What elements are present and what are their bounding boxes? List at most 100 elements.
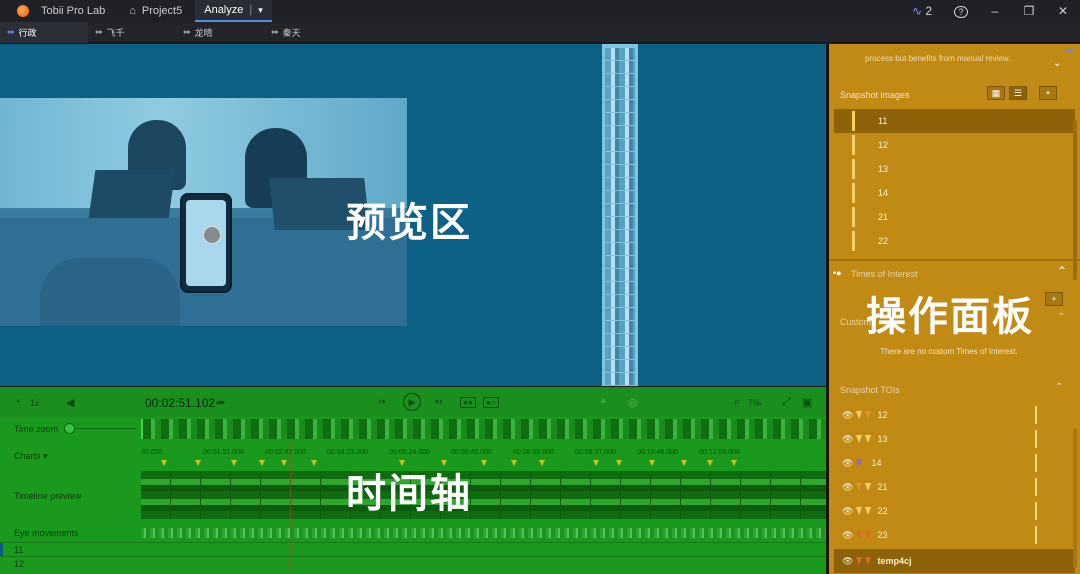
- analyze-tab[interactable]: Analyze | ▾: [195, 0, 272, 22]
- snapshot-image-row[interactable]: 12: [834, 133, 1075, 157]
- snapshot-image-row[interactable]: 13: [834, 157, 1075, 181]
- speed-icon[interactable]: ◔: [14, 396, 21, 408]
- filmstrip-frame[interactable]: [605, 113, 635, 125]
- filmstrip-frame[interactable]: [605, 295, 635, 307]
- close-button[interactable]: ✕: [1046, 4, 1080, 18]
- filmstrip-frame[interactable]: [605, 191, 635, 203]
- snapshot-toi-row[interactable]: 👁 13: [834, 427, 1075, 451]
- toi-marker-icon[interactable]: [311, 460, 317, 466]
- filmstrip-frame[interactable]: [605, 334, 635, 346]
- snapshot-image-row[interactable]: 14: [834, 181, 1075, 205]
- visibility-icon[interactable]: 👁: [842, 556, 853, 567]
- add-custom-toi-button[interactable]: +: [1045, 292, 1063, 306]
- speed-label[interactable]: 1x: [30, 398, 40, 408]
- recording-tab-3[interactable]: ●● 秦天: [264, 22, 352, 43]
- filmstrip-frame[interactable]: [605, 321, 635, 333]
- loop-icon[interactable]: ●●: [460, 397, 476, 408]
- toi-marker-icon[interactable]: [707, 460, 713, 466]
- snapshot-image-row[interactable]: 21: [834, 205, 1075, 229]
- share-icon[interactable]: ➦: [216, 396, 225, 409]
- filmstrip-frame[interactable]: [605, 204, 635, 216]
- snapshot-toi-row[interactable]: 👁 22: [834, 499, 1075, 523]
- list-view-button[interactable]: ☰: [1009, 86, 1027, 100]
- filmstrip-frame[interactable]: [605, 87, 635, 99]
- toi-marker-icon[interactable]: [511, 460, 517, 466]
- snapshot-toi-row[interactable]: 👁 21: [834, 475, 1075, 499]
- filmstrip-frame[interactable]: [605, 308, 635, 320]
- toi-marker-icon[interactable]: [259, 460, 265, 466]
- zoom-icon[interactable]: ⌕: [734, 396, 740, 409]
- activity-indicator[interactable]: ∿ 2: [900, 4, 944, 18]
- snapshot-toi-row[interactable]: 👁 14: [834, 451, 1075, 475]
- filmstrip-frame[interactable]: [605, 100, 635, 112]
- toi-marker-icon[interactable]: [731, 460, 737, 466]
- filmstrip-frame[interactable]: [605, 126, 635, 138]
- collapse-panel-icon[interactable]: ▸▸: [1065, 45, 1074, 56]
- filmstrip-frame[interactable]: [605, 360, 635, 372]
- chevron-down-icon[interactable]: ▾: [258, 5, 263, 16]
- toi-marker-icon[interactable]: [539, 460, 545, 466]
- filmstrip-frame[interactable]: [605, 230, 635, 242]
- recording-tab-0[interactable]: ●● 行政: [0, 21, 88, 43]
- toi-marker-icon[interactable]: [161, 460, 167, 466]
- toi-marker-icon[interactable]: [195, 460, 201, 466]
- snapshot-image-row[interactable]: 11: [834, 109, 1075, 133]
- restore-button[interactable]: ❐: [1012, 4, 1046, 18]
- loop-all-icon[interactable]: ●○: [483, 397, 499, 408]
- chevron-up-icon[interactable]: ⌃: [1057, 312, 1065, 323]
- app-tab[interactable]: Tobii Pro Lab: [0, 0, 114, 22]
- next-event-icon[interactable]: •›: [435, 396, 443, 408]
- recording-tab-1[interactable]: ●● 飞千: [88, 22, 176, 43]
- eye-movements-track[interactable]: [141, 528, 826, 538]
- filmstrip-frame[interactable]: [605, 74, 635, 86]
- filmstrip-frame[interactable]: [605, 165, 635, 177]
- filmstrip-frame[interactable]: [605, 139, 635, 151]
- filmstrip-frame[interactable]: [605, 61, 635, 73]
- timeline-row-11[interactable]: 11: [0, 542, 826, 557]
- prev-event-icon[interactable]: ‹•: [378, 396, 386, 408]
- toi-marker-icon[interactable]: [481, 460, 487, 466]
- filmstrip-frame[interactable]: [605, 347, 635, 359]
- fullscreen-icon[interactable]: ▣: [802, 396, 812, 409]
- filmstrip-frame[interactable]: [605, 282, 635, 294]
- visibility-icon[interactable]: 👁: [842, 458, 853, 469]
- time-ruler[interactable]: 30.000 00:01:21.000 00:02:42.000 00:04:03.0…: [141, 449, 826, 471]
- recording-tab-2[interactable]: ●● 龙晴: [176, 22, 264, 43]
- minimize-button[interactable]: –: [978, 4, 1012, 18]
- snapshot-filmstrip[interactable]: [602, 44, 638, 386]
- toi-marker-icon[interactable]: [593, 460, 599, 466]
- toi-marker-icon[interactable]: [616, 460, 622, 466]
- toi-marker-icon[interactable]: [281, 460, 287, 466]
- chevron-down-icon[interactable]: ⌄: [1053, 58, 1061, 69]
- timeline-thumbnails[interactable]: [141, 471, 826, 519]
- snapshot-toi-row[interactable]: 👁 23: [834, 523, 1075, 547]
- visibility-icon[interactable]: 👁: [842, 530, 853, 541]
- time-zoom-handle[interactable]: [64, 423, 75, 434]
- visibility-icon[interactable]: 👁: [842, 506, 853, 517]
- time-zoom-slider[interactable]: [76, 428, 136, 429]
- snapshot-image-row[interactable]: 22: [834, 229, 1075, 253]
- chevron-up-icon[interactable]: ⌃: [1057, 264, 1067, 278]
- chevron-up-icon[interactable]: ⌃: [1055, 382, 1063, 393]
- toi-marker-icon[interactable]: [649, 460, 655, 466]
- filter-icon[interactable]: ◎: [628, 396, 638, 409]
- filmstrip-frame[interactable]: [605, 48, 635, 60]
- play-button[interactable]: ▶: [403, 393, 421, 411]
- visibility-icon[interactable]: 👁: [842, 410, 853, 421]
- visibility-icon[interactable]: 👁: [842, 434, 853, 445]
- charts-label[interactable]: Charts ▾: [14, 451, 48, 462]
- fit-icon[interactable]: ⤢: [782, 396, 791, 409]
- help-button[interactable]: ?: [944, 4, 978, 18]
- filmstrip-frame[interactable]: [605, 269, 635, 281]
- filmstrip-frame[interactable]: [605, 256, 635, 268]
- overview-strip[interactable]: [141, 419, 826, 439]
- filmstrip-frame[interactable]: [605, 152, 635, 164]
- filmstrip-frame[interactable]: [605, 373, 635, 385]
- grid-view-button[interactable]: ▦: [987, 86, 1005, 100]
- project-tab[interactable]: ⌂ Project5: [120, 0, 191, 22]
- snapshot-toi-row[interactable]: 👁 12: [834, 403, 1075, 427]
- snapshot-toi-row[interactable]: 👁 temp4cj: [834, 549, 1075, 573]
- add-snapshot-icon[interactable]: +: [600, 396, 606, 408]
- filmstrip-frame[interactable]: [605, 217, 635, 229]
- panel-scrollbar-top[interactable]: [1073, 120, 1077, 280]
